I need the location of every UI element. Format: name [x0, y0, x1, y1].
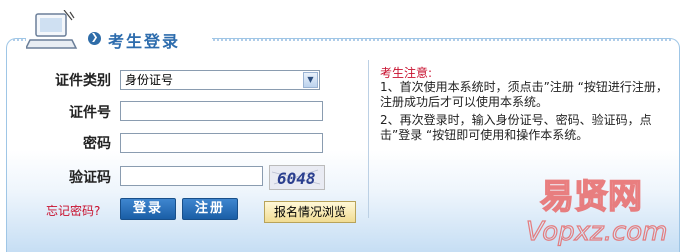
- header-dots-right: [212, 39, 672, 41]
- captcha-text: 6048: [277, 169, 316, 188]
- captcha-label: 验证码: [69, 170, 111, 186]
- id-number-label: 证件号: [69, 105, 111, 121]
- captcha-noise: 6048: [271, 169, 321, 188]
- notice-item-1: 1、首次使用本系统时，须点击”注册 “按钮进行注册，注册成功后才可以使用本系统。: [380, 80, 668, 109]
- notice-item-2: 2、再次登录时，输入身份证号、密码、验证码，点击”登录 “按钮即可使用和操作本系…: [380, 113, 652, 142]
- register-button[interactable]: 注册: [182, 198, 238, 220]
- password-label: 密码: [83, 136, 111, 152]
- login-button[interactable]: 登录: [120, 198, 176, 220]
- captcha-input[interactable]: [120, 166, 263, 186]
- header-dots-left: [12, 39, 26, 41]
- forgot-password-link[interactable]: 忘记密码?: [46, 202, 100, 219]
- chevron-down-icon[interactable]: ▼: [303, 72, 318, 88]
- computer-icon: [26, 10, 78, 49]
- id-type-selected-value: 身份证号: [125, 73, 174, 87]
- divider: [368, 60, 369, 218]
- id-type-label: 证件类别: [55, 73, 111, 89]
- browse-registration-button[interactable]: 报名情况浏览: [264, 201, 356, 223]
- notice-title: 考生注意:: [380, 66, 433, 80]
- id-number-input[interactable]: [120, 101, 323, 121]
- password-input[interactable]: [120, 133, 323, 153]
- captcha-image[interactable]: 6048: [269, 165, 325, 190]
- bullet-arrow-icon: ❯: [88, 32, 101, 45]
- id-type-select[interactable]: 身份证号 ▼: [120, 70, 320, 90]
- page-title: 考生登录: [108, 32, 181, 51]
